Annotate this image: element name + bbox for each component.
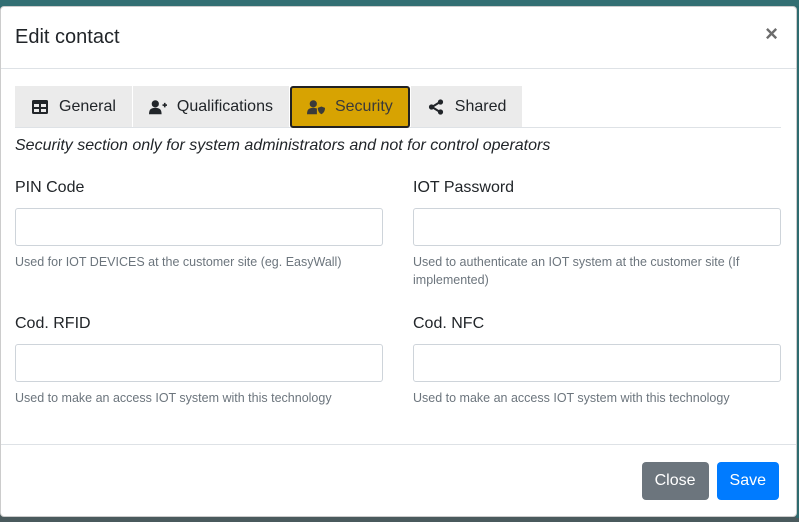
share-icon xyxy=(428,98,443,115)
nfc-group: Cod. NFC Used to make an access IOT syst… xyxy=(413,313,781,449)
tab-security-label: Security xyxy=(334,98,393,115)
rfid-group: Cod. RFID Used to make an access IOT sys… xyxy=(15,313,383,449)
tab-shared-label: Shared xyxy=(454,97,507,115)
rfid-input[interactable] xyxy=(15,344,383,382)
modal-title: Edit contact xyxy=(15,26,120,48)
pin-code-input[interactable] xyxy=(15,208,383,246)
modal-footer: Close Save xyxy=(1,444,796,516)
iot-password-group: IOT Password Used to authenticate an IOT… xyxy=(413,177,781,313)
pin-code-help: Used for IOT DEVICES at the customer sit… xyxy=(15,255,342,269)
iot-password-help: Used to authenticate an IOT system at th… xyxy=(413,255,740,287)
tab-bar: General Qualifications Security Shared xyxy=(15,86,781,128)
user-shield-icon xyxy=(306,100,325,115)
pin-code-label: PIN Code xyxy=(15,179,85,196)
close-icon[interactable]: × xyxy=(765,23,778,45)
save-button[interactable]: Save xyxy=(716,461,779,500)
iot-password-input[interactable] xyxy=(413,208,781,246)
tab-qualifications-label: Qualifications xyxy=(176,97,273,115)
modal-body: General Qualifications Security Shared S… xyxy=(1,69,796,449)
modal-header: Edit contact × xyxy=(1,7,796,69)
rfid-label: Cod. RFID xyxy=(15,315,91,332)
tab-general-label: General xyxy=(59,97,116,115)
iot-password-label: IOT Password xyxy=(413,179,515,196)
tab-general[interactable]: General xyxy=(15,86,132,127)
nfc-help: Used to make an access IOT system with t… xyxy=(413,391,730,405)
nfc-input[interactable] xyxy=(413,344,781,382)
pin-code-group: PIN Code Used for IOT DEVICES at the cus… xyxy=(15,177,383,313)
close-button[interactable]: Close xyxy=(641,461,709,500)
edit-contact-modal: Edit contact × General Qualifications Se… xyxy=(0,6,797,517)
table-icon xyxy=(32,99,48,114)
nfc-label: Cod. NFC xyxy=(413,315,485,332)
security-form: PIN Code Used for IOT DEVICES at the cus… xyxy=(15,177,781,449)
security-note: Security section only for system adminis… xyxy=(15,137,551,154)
tab-security[interactable]: Security xyxy=(289,86,410,128)
user-plus-icon xyxy=(148,99,167,114)
tab-qualifications[interactable]: Qualifications xyxy=(132,86,289,127)
rfid-help: Used to make an access IOT system with t… xyxy=(15,391,332,405)
tab-shared[interactable]: Shared xyxy=(410,86,523,127)
